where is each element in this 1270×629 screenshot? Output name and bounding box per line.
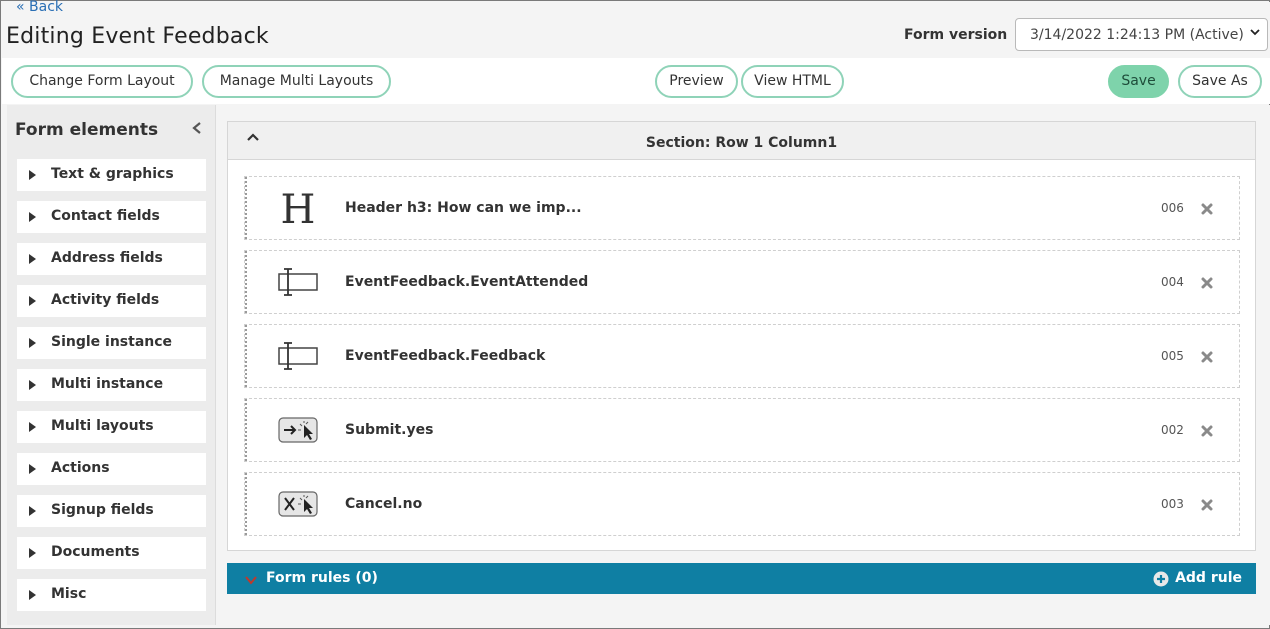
field-code: 003 xyxy=(1161,497,1184,511)
field-label: EventFeedback.EventAttended xyxy=(345,274,589,290)
field-label: Cancel.no xyxy=(345,496,423,512)
field-code: 006 xyxy=(1161,201,1184,215)
form-canvas: Section: Row 1 Column1 H Header h3: How … xyxy=(216,105,1270,625)
sidebar-item-single-instance[interactable]: Single instance xyxy=(17,327,206,359)
field-code: 004 xyxy=(1161,275,1184,289)
expand-triangle-icon xyxy=(29,464,36,474)
form-field-row[interactable]: H Header h3: How can we imp... 006 xyxy=(244,176,1240,240)
sidebar-item-label: Misc xyxy=(51,586,87,602)
page-title: Editing Event Feedback xyxy=(6,24,269,49)
form-version-select[interactable]: 3/14/2022 1:24:13 PM (Active) xyxy=(1015,18,1268,51)
text-field-icon xyxy=(278,342,318,370)
save-as-button[interactable]: Save As xyxy=(1178,65,1262,98)
sidebar-item-label: Multi layouts xyxy=(51,418,154,434)
text-field-icon xyxy=(278,268,318,296)
sidebar-item-label: Text & graphics xyxy=(51,166,174,182)
sidebar-item-documents[interactable]: Documents xyxy=(17,537,206,569)
add-rule-label: Add rule xyxy=(1175,570,1242,586)
expand-triangle-icon xyxy=(29,506,36,516)
expand-triangle-icon xyxy=(29,254,36,264)
cancel-button-icon xyxy=(278,491,318,517)
sidebar-item-label: Single instance xyxy=(51,334,173,350)
chevron-down-icon[interactable] xyxy=(244,574,258,586)
sidebar-item-actions[interactable]: Actions xyxy=(17,453,206,485)
submit-button-icon xyxy=(278,417,318,443)
sidebar-item-multi-instance[interactable]: Multi instance xyxy=(17,369,206,401)
delete-icon[interactable] xyxy=(1200,276,1214,290)
drag-handle-icon[interactable] xyxy=(245,399,250,461)
sidebar-item-label: Multi instance xyxy=(51,376,164,392)
form-field-row[interactable]: EventFeedback.EventAttended 004 xyxy=(244,250,1240,314)
section-header[interactable]: Section: Row 1 Column1 xyxy=(228,122,1255,160)
sidebar-item-label: Actions xyxy=(51,460,110,476)
sidebar-item-text-graphics[interactable]: Text & graphics xyxy=(17,159,206,191)
back-link[interactable]: « Back xyxy=(16,0,63,15)
toolbar: Change Form Layout Manage Multi Layouts … xyxy=(2,58,1270,104)
form-field-row[interactable]: EventFeedback.Feedback 005 xyxy=(244,324,1240,388)
save-button[interactable]: Save xyxy=(1108,65,1169,98)
delete-icon[interactable] xyxy=(1200,424,1214,438)
header-icon: H xyxy=(281,187,316,229)
sidebar-item-address-fields[interactable]: Address fields xyxy=(17,243,206,275)
drag-handle-icon[interactable] xyxy=(245,251,250,313)
form-section: Section: Row 1 Column1 H Header h3: How … xyxy=(227,121,1256,551)
expand-triangle-icon xyxy=(29,296,36,306)
sidebar-item-multi-layouts[interactable]: Multi layouts xyxy=(17,411,206,443)
expand-triangle-icon xyxy=(29,212,36,222)
delete-icon[interactable] xyxy=(1200,498,1214,512)
sidebar-item-misc[interactable]: Misc xyxy=(17,579,206,611)
panel-title: Form elements xyxy=(15,120,159,140)
sidebar-item-label: Address fields xyxy=(51,250,163,266)
sidebar-item-contact-fields[interactable]: Contact fields xyxy=(17,201,206,233)
delete-icon[interactable] xyxy=(1200,350,1214,364)
form-field-row[interactable]: Submit.yes 002 xyxy=(244,398,1240,462)
plus-circle-icon xyxy=(1153,571,1169,587)
drag-handle-icon[interactable] xyxy=(245,177,250,239)
field-code: 005 xyxy=(1161,349,1184,363)
page-header: « Back Editing Event Feedback Form versi… xyxy=(2,0,1270,58)
expand-triangle-icon xyxy=(29,422,36,432)
sidebar-item-label: Contact fields xyxy=(51,208,160,224)
field-label: EventFeedback.Feedback xyxy=(345,348,546,364)
chevron-down-icon xyxy=(1250,29,1260,36)
drag-handle-icon[interactable] xyxy=(245,473,250,535)
collapse-panel-icon[interactable] xyxy=(191,121,203,135)
form-version-value: 3/14/2022 1:24:13 PM (Active) xyxy=(1030,27,1244,43)
section-title: Section: Row 1 Column1 xyxy=(645,135,838,151)
sidebar-item-label: Activity fields xyxy=(51,292,160,308)
form-rules-bar[interactable]: Form rules (0) Add rule xyxy=(227,563,1256,594)
app-window: « Back Editing Event Feedback Form versi… xyxy=(0,0,1270,629)
form-field-row[interactable]: Cancel.no 003 xyxy=(244,472,1240,536)
manage-multi-layouts-button[interactable]: Manage Multi Layouts xyxy=(202,65,391,98)
form-rules-title: Form rules (0) xyxy=(266,570,378,586)
sidebar-item-signup-fields[interactable]: Signup fields xyxy=(17,495,206,527)
form-elements-panel: Form elements Text & graphics Contact fi… xyxy=(7,105,216,625)
expand-triangle-icon xyxy=(29,380,36,390)
preview-button[interactable]: Preview xyxy=(655,65,738,98)
sidebar-item-activity-fields[interactable]: Activity fields xyxy=(17,285,206,317)
change-form-layout-button[interactable]: Change Form Layout xyxy=(11,65,193,98)
add-rule-button[interactable]: Add rule xyxy=(1153,570,1242,587)
sidebar-item-label: Signup fields xyxy=(51,502,154,518)
expand-triangle-icon xyxy=(29,590,36,600)
form-version-label: Form version xyxy=(904,27,1008,43)
expand-triangle-icon xyxy=(29,548,36,558)
expand-triangle-icon xyxy=(29,170,36,180)
field-label: Header h3: How can we imp... xyxy=(345,200,582,216)
drag-handle-icon[interactable] xyxy=(245,325,250,387)
sidebar-item-label: Documents xyxy=(51,544,140,560)
field-code: 002 xyxy=(1161,423,1184,437)
field-label: Submit.yes xyxy=(345,422,434,438)
view-html-button[interactable]: View HTML xyxy=(741,65,844,98)
expand-triangle-icon xyxy=(29,338,36,348)
svg-text:H: H xyxy=(281,187,316,229)
delete-icon[interactable] xyxy=(1200,202,1214,216)
